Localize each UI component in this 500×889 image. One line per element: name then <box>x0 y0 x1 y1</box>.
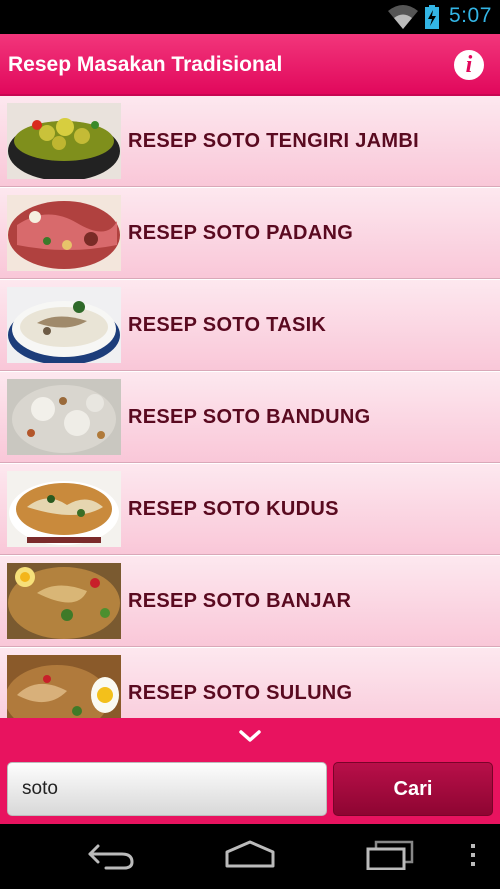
recipe-title: RESEP SOTO BANJAR <box>128 590 352 612</box>
menu-icon[interactable] <box>468 840 478 870</box>
list-item[interactable]: RESEP SOTO BANJAR <box>0 556 500 647</box>
recent-apps-icon[interactable] <box>366 840 414 870</box>
list-item[interactable]: RESEP SOTO KUDUS <box>0 464 500 555</box>
search-button[interactable]: Cari <box>333 762 493 816</box>
recipe-thumbnail <box>7 563 121 639</box>
list-item[interactable]: RESEP SOTO TASIK <box>0 280 500 371</box>
info-button[interactable]: i <box>454 50 484 80</box>
back-icon[interactable] <box>86 840 136 870</box>
search-bar: Cari <box>0 718 500 824</box>
battery-charging-icon <box>425 5 439 29</box>
navigation-bar <box>0 824 500 889</box>
recipe-thumbnail <box>7 379 121 455</box>
list-item[interactable]: RESEP SOTO TENGIRI JAMBI <box>0 96 500 187</box>
info-icon: i <box>465 52 473 78</box>
status-bar: 5:07 <box>0 0 500 34</box>
app-title: Resep Masakan Tradisional <box>8 53 283 76</box>
list-item[interactable]: RESEP SOTO SULUNG <box>0 648 500 718</box>
recipe-title: RESEP SOTO PADANG <box>128 222 354 244</box>
recipe-title: RESEP SOTO BANDUNG <box>128 406 371 428</box>
recipe-thumbnail <box>7 471 121 547</box>
chevron-down-icon[interactable] <box>238 728 262 744</box>
recipe-title: RESEP SOTO KUDUS <box>128 498 339 520</box>
wifi-icon <box>388 5 418 29</box>
list-item[interactable]: RESEP SOTO PADANG <box>0 188 500 279</box>
recipe-thumbnail <box>7 655 121 718</box>
recipe-title: RESEP SOTO SULUNG <box>128 682 353 704</box>
recipe-title: RESEP SOTO TASIK <box>128 314 327 336</box>
list-item[interactable]: RESEP SOTO BANDUNG <box>0 372 500 463</box>
search-input[interactable] <box>7 762 327 816</box>
recipe-thumbnail <box>7 195 121 271</box>
recipe-list[interactable]: RESEP SOTO TENGIRI JAMBI RESEP SOTO PADA… <box>0 96 500 718</box>
clock: 5:07 <box>449 4 492 27</box>
recipe-thumbnail <box>7 103 121 179</box>
home-icon[interactable] <box>224 840 276 870</box>
recipe-title: RESEP SOTO TENGIRI JAMBI <box>128 130 419 152</box>
action-bar: Resep Masakan Tradisional i <box>0 34 500 96</box>
recipe-thumbnail <box>7 287 121 363</box>
